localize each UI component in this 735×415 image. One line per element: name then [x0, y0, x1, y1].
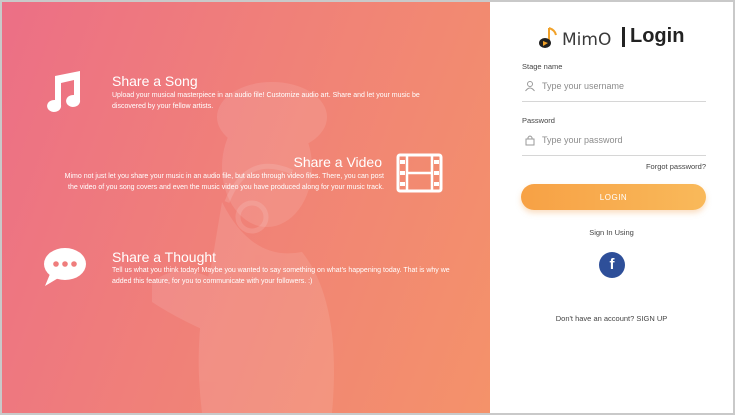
password-field [522, 130, 706, 156]
username-field [522, 76, 706, 102]
share-song-description: Upload your musical masterpiece in an au… [112, 92, 420, 110]
username-input[interactable] [542, 78, 702, 94]
brand-divider [622, 27, 625, 47]
music-note-icon [47, 71, 81, 112]
stage-name-label: Stage name [522, 62, 563, 71]
signup-link[interactable]: SIGN UP [636, 314, 667, 323]
app-window: Share a Song Upload your musical masterp… [0, 0, 735, 415]
background-photo [152, 82, 334, 413]
facebook-login-button[interactable]: f [599, 252, 625, 278]
login-button[interactable]: LOGIN [521, 184, 706, 210]
facebook-icon: f [609, 256, 615, 273]
login-title: Login [630, 25, 685, 47]
mimo-logo-icon [539, 27, 557, 48]
share-video-title: Share a Video [293, 154, 382, 170]
share-video-description: Mimo not just let you share your music i… [64, 173, 384, 191]
password-input[interactable] [542, 132, 702, 148]
user-icon [525, 81, 535, 92]
forgot-password-link[interactable]: Forgot password? [646, 162, 706, 171]
share-thought-title: Share a Thought [112, 249, 217, 265]
password-label: Password [522, 116, 555, 125]
brand-header: MimO Login [536, 24, 696, 52]
login-panel: MimO Login Stage name Password Forgot pa… [490, 2, 733, 413]
hero-panel: Share a Song Upload your musical masterp… [2, 2, 490, 413]
no-account-text: Don't have an account? [555, 314, 635, 323]
signup-row: Don't have an account? SIGN UP [490, 314, 733, 323]
film-strip-icon [396, 153, 443, 193]
lock-icon [525, 135, 535, 146]
sign-in-using-label: Sign In Using [589, 228, 634, 237]
chat-bubble-icon [44, 248, 86, 286]
brand-name: MimO [562, 30, 612, 50]
share-thought-description: Tell us what you think today! Maybe you … [112, 267, 450, 285]
share-song-title: Share a Song [112, 73, 198, 89]
